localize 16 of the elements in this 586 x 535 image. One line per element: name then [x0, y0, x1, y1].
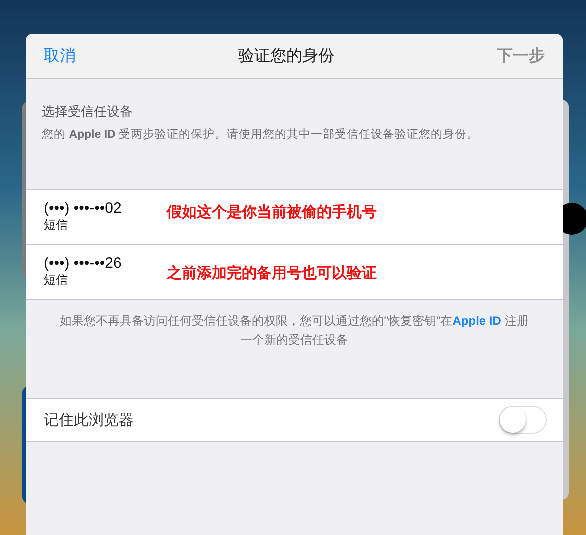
- annotation-text: 假如这个是你当前被偷的手机号: [167, 203, 378, 223]
- verification-method: 短信: [44, 217, 68, 234]
- section-description: 您的 Apple ID 受两步验证的保护。请使用您的其中一部受信任设备验证您的身份。: [42, 127, 480, 142]
- dialog-title: 验证您的身份: [238, 46, 334, 66]
- verification-method: 短信: [44, 272, 68, 289]
- cancel-button[interactable]: 取消: [44, 46, 76, 66]
- apple-id-link[interactable]: Apple ID: [452, 314, 502, 328]
- annotation-text: 之前添加完的备用号也可以验证: [167, 264, 378, 284]
- toggle-switch[interactable]: [499, 406, 547, 434]
- device-row[interactable]: (•••) •••-••26 短信 之前添加完的备用号也可以验证: [26, 244, 563, 299]
- recovery-note: 如果您不再具备访问任何受信任设备的权限，您可以通过您的"恢复密钥"在Apple ID 注册一个新的受信任设备: [59, 313, 530, 349]
- remember-label: 记住此浏览器: [44, 410, 134, 430]
- phone-number: (•••) •••-••02: [44, 200, 122, 217]
- device-row[interactable]: (•••) •••-••02 短信 假如这个是你当前被偷的手机号: [26, 190, 563, 244]
- phone-number: (•••) •••-••26: [44, 255, 122, 272]
- section-title: 选择受信任设备: [42, 103, 134, 121]
